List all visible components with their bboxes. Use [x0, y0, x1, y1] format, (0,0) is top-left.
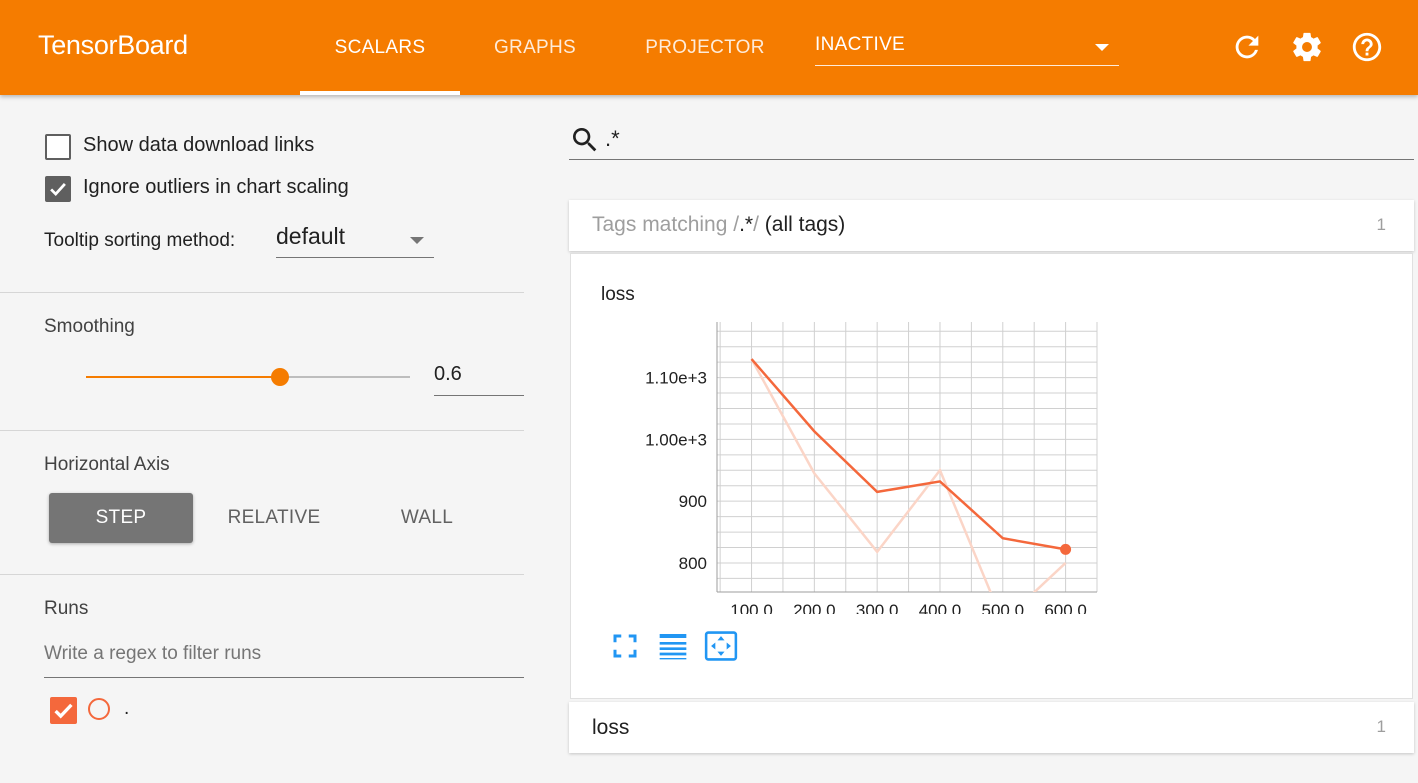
tag-group-count: 1: [1376, 215, 1386, 234]
app-header: TensorBoard SCALARS GRAPHS PROJECTOR INA…: [0, 0, 1418, 95]
x-tick-label: 100.0: [730, 601, 773, 614]
run-checkbox[interactable]: [50, 697, 77, 724]
fullscreen-icon[interactable]: [610, 631, 640, 661]
run-color-swatch[interactable]: [88, 698, 110, 720]
show-download-links-label[interactable]: Show data download links: [83, 134, 314, 157]
axis-relative-button[interactable]: RELATIVE: [202, 493, 346, 543]
x-tick-label: 600.0: [1044, 601, 1087, 614]
fit-domain-icon[interactable]: [703, 629, 739, 663]
tag-group-header[interactable]: Tags matching /.*/ (all tags) 1: [569, 200, 1414, 251]
toggle-log-scale-icon[interactable]: [657, 630, 689, 662]
sidebar: Show data download links Ignore outliers…: [0, 95, 540, 783]
app-title: TensorBoard: [38, 30, 188, 60]
checkmark-icon: [50, 183, 66, 197]
ignore-outliers-label[interactable]: Ignore outliers in chart scaling: [83, 176, 349, 199]
tags-pattern: .*: [739, 213, 754, 236]
axis-step-button[interactable]: STEP: [49, 493, 193, 543]
tab-projector[interactable]: PROJECTOR: [620, 0, 790, 95]
tag-group-title: Tags matching /.*/ (all tags): [592, 213, 845, 237]
loss-group-header[interactable]: loss 1: [569, 702, 1414, 753]
run-name: .: [124, 698, 130, 719]
x-tick-label: 200.0: [793, 601, 836, 614]
y-tick-label: 1.00e+3: [645, 430, 707, 449]
y-tick-label: 900: [679, 492, 707, 511]
search-icon: [573, 128, 597, 152]
runs-title: Runs: [44, 598, 89, 619]
dropdown-caret-icon: [410, 237, 424, 244]
y-tick-label: 1.10e+3: [645, 369, 707, 388]
checkmark-icon: [54, 703, 73, 719]
x-tick-label: 400.0: [919, 601, 962, 614]
inactive-select-label: INACTIVE: [815, 34, 906, 55]
section-divider: [0, 292, 524, 293]
refresh-icon[interactable]: [1230, 30, 1264, 64]
settings-icon[interactable]: [1290, 30, 1324, 64]
tab-graphs[interactable]: GRAPHS: [460, 0, 610, 95]
inactive-dashboards-select[interactable]: INACTIVE: [815, 34, 1119, 66]
smoothing-input[interactable]: 0.6: [434, 363, 524, 396]
x-tick-label: 500.0: [982, 601, 1025, 614]
loss-group-title: loss: [592, 716, 630, 739]
show-download-links-checkbox[interactable]: [45, 134, 71, 160]
axis-wall-button[interactable]: WALL: [355, 493, 499, 543]
x-tick-label: 300.0: [856, 601, 899, 614]
tooltip-sorting-value: default: [276, 223, 346, 249]
smoothing-slider-knob[interactable]: [271, 368, 290, 386]
section-divider: [0, 574, 524, 575]
horizontal-axis-title: Horizontal Axis: [44, 454, 170, 475]
ignore-outliers-checkbox[interactable]: [45, 176, 71, 202]
section-divider: [0, 430, 524, 431]
tags-suffix: /: [753, 213, 759, 236]
tag-search-input[interactable]: .*: [569, 116, 1414, 160]
tooltip-sorting-select[interactable]: default: [276, 223, 434, 258]
tooltip-sorting-label: Tooltip sorting method:: [44, 230, 236, 251]
loss-chart[interactable]: 800 900 1.00e+3 1.10e+3 100.0 200.0 300.0 400.0…: [571, 254, 1131, 614]
runs-filter-input[interactable]: Write a regex to filter runs: [44, 643, 524, 678]
chart-card: loss 800 900 1.00e+3 1.10e+3 100.0 200.0 300.0…: [570, 253, 1413, 699]
y-tick-label: 800: [679, 554, 707, 573]
loss-group-count: 1: [1376, 717, 1386, 736]
tab-scalars[interactable]: SCALARS: [300, 0, 460, 95]
tags-prefix: Tags matching /: [592, 213, 740, 236]
smoothing-title: Smoothing: [44, 316, 135, 337]
last-point-marker: [1060, 543, 1072, 555]
help-icon[interactable]: [1350, 30, 1384, 64]
smoothing-slider-fill: [86, 376, 281, 378]
dropdown-caret-icon: [1095, 44, 1109, 51]
tags-all: (all tags): [764, 213, 846, 236]
smoothing-slider[interactable]: [86, 368, 410, 386]
search-value: .*: [605, 126, 620, 151]
